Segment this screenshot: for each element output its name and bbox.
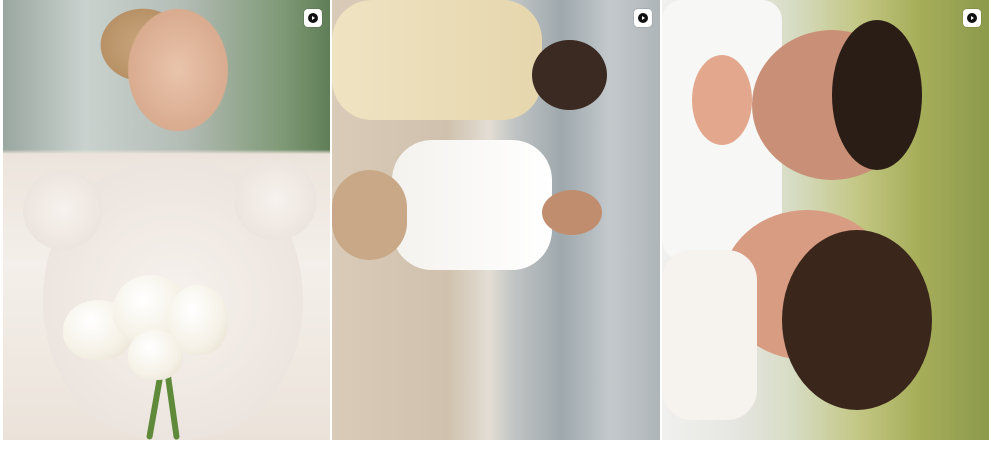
lily-flower [128, 330, 183, 380]
dress-ruffle-right [233, 160, 318, 240]
gallery-tile-3[interactable] [661, 0, 989, 440]
gallery-tile-1[interactable] [3, 0, 331, 440]
bride-hand [691, 55, 752, 145]
dress-ruffle-left [23, 170, 103, 250]
play-icon[interactable] [633, 9, 652, 27]
bride-hair [532, 40, 608, 110]
video-gallery-grid [3, 0, 989, 440]
groom-trousers [332, 170, 408, 260]
groom-hair [831, 20, 922, 170]
media-gallery-page [0, 0, 992, 460]
play-icon[interactable] [962, 9, 981, 27]
groom-shirt [392, 140, 553, 270]
bride-dress [661, 250, 757, 420]
bride-figure [332, 0, 543, 120]
gallery-tile-2[interactable] [332, 0, 660, 440]
groom-face [542, 190, 603, 235]
play-icon[interactable] [304, 9, 323, 27]
bride-hair [781, 230, 932, 410]
